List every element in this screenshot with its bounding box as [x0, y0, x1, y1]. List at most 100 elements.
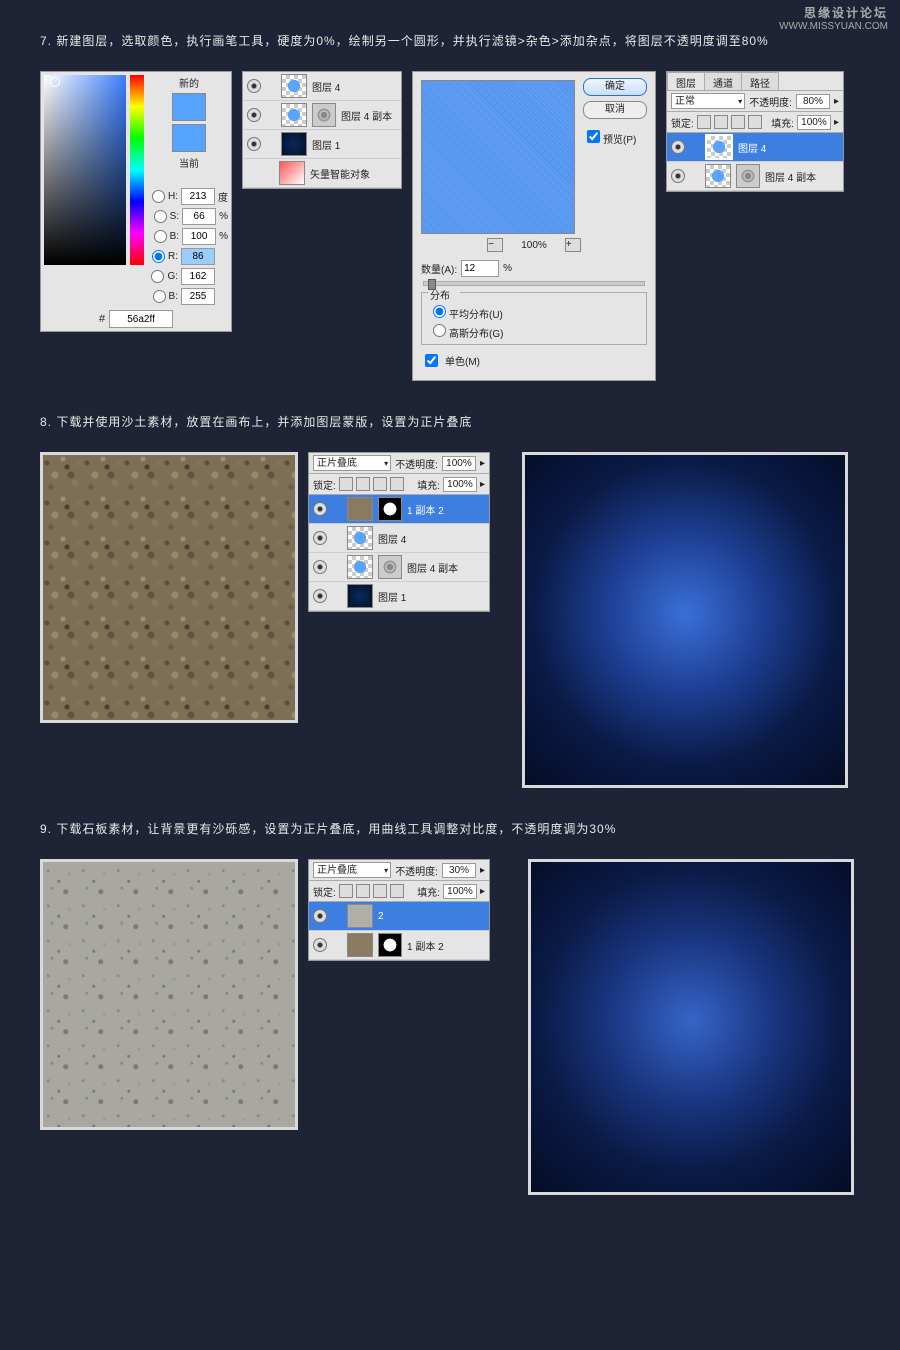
- h-radio[interactable]: [152, 190, 165, 203]
- eye-icon[interactable]: [247, 137, 261, 151]
- mono-check[interactable]: [425, 354, 438, 367]
- blend-select[interactable]: 正片叠底: [313, 455, 391, 471]
- h-input[interactable]: [181, 188, 215, 205]
- lock-icon[interactable]: [339, 477, 353, 491]
- eye-icon[interactable]: [313, 938, 327, 952]
- lock-pos-icon[interactable]: [731, 115, 745, 129]
- result-preview-8: [522, 452, 848, 788]
- mask-thumb: [312, 103, 336, 127]
- layer-row[interactable]: 1 副本 2: [309, 931, 489, 960]
- uniform-radio[interactable]: [433, 305, 446, 318]
- new-swatch: [172, 93, 206, 121]
- tab-layers[interactable]: 图层: [667, 72, 705, 90]
- lock-icon[interactable]: [390, 884, 404, 898]
- g-radio[interactable]: [151, 270, 164, 283]
- layer-row[interactable]: 图层 4 副本: [243, 101, 401, 130]
- mask-thumb: [736, 164, 760, 188]
- opacity-input[interactable]: 100%: [442, 456, 476, 471]
- lock-all-icon[interactable]: [748, 115, 762, 129]
- watermark-title: 思缘设计论坛: [779, 6, 888, 20]
- eye-icon[interactable]: [313, 589, 327, 603]
- layers-panel-8: 正片叠底不透明度:100%▸ 锁定:填充:100%▸ 1 副本 2 图层 4 图…: [308, 452, 490, 612]
- eye-icon[interactable]: [313, 531, 327, 545]
- mask-thumb: [378, 497, 402, 521]
- b-radio[interactable]: [154, 230, 167, 243]
- layer-row[interactable]: 矢量智能对象: [243, 159, 401, 188]
- lock-icon[interactable]: [339, 884, 353, 898]
- layer-thumb: [281, 74, 307, 98]
- tab-paths[interactable]: 路径: [741, 72, 779, 90]
- blend-select[interactable]: 正常: [671, 93, 745, 109]
- new-label: 新的: [179, 75, 199, 90]
- layer-row[interactable]: 图层 4: [667, 133, 843, 162]
- layer-thumb: [281, 103, 307, 127]
- noise-preview: [421, 80, 575, 234]
- result-preview-9: [528, 859, 854, 1195]
- step-9-text: 9. 下载石板素材，让背景更有沙砾感，设置为正片叠底，用曲线工具调整对比度，不透…: [40, 820, 860, 837]
- lock-pixels-icon[interactable]: [714, 115, 728, 129]
- zoom-in-button[interactable]: +: [565, 238, 581, 252]
- eye-icon[interactable]: [671, 140, 685, 154]
- layer-row[interactable]: 2: [309, 902, 489, 931]
- eye-icon[interactable]: [313, 502, 327, 516]
- fill-input[interactable]: 100%: [797, 115, 831, 130]
- layer-row[interactable]: 图层 4 副本: [667, 162, 843, 191]
- hue-slider[interactable]: [130, 75, 144, 265]
- layers-panel-7b: 图层通道路径 正常不透明度:80%▸ 锁定:填充:100%▸ 图层 4 图层 4…: [666, 71, 844, 192]
- s-radio[interactable]: [154, 210, 167, 223]
- tab-channels[interactable]: 通道: [704, 72, 742, 90]
- layer-row[interactable]: 图层 4 副本: [309, 553, 489, 582]
- gaussian-radio[interactable]: [433, 324, 446, 337]
- lock-icon[interactable]: [356, 884, 370, 898]
- fill-input[interactable]: 100%: [443, 884, 477, 899]
- ok-button[interactable]: 确定: [583, 78, 647, 96]
- eye-icon[interactable]: [247, 79, 261, 93]
- opacity-input[interactable]: 30%: [442, 863, 476, 878]
- eye-icon[interactable]: [313, 909, 327, 923]
- s-input[interactable]: [182, 208, 216, 225]
- blend-select[interactable]: 正片叠底: [313, 862, 391, 878]
- eye-icon[interactable]: [671, 169, 685, 183]
- layer-thumb: [281, 132, 307, 156]
- lock-icon[interactable]: [390, 477, 404, 491]
- layer-row[interactable]: 图层 4: [309, 524, 489, 553]
- eye-icon[interactable]: [247, 108, 261, 122]
- mask-thumb: [378, 555, 402, 579]
- layer-thumb: [347, 497, 373, 521]
- lock-icon[interactable]: [373, 884, 387, 898]
- layer-thumb: [347, 933, 373, 957]
- eye-icon[interactable]: [313, 560, 327, 574]
- lock-icon[interactable]: [356, 477, 370, 491]
- preview-check[interactable]: [587, 130, 600, 143]
- layer-row[interactable]: 图层 1: [243, 130, 401, 159]
- hex-input[interactable]: [109, 310, 173, 328]
- r-input[interactable]: [181, 248, 215, 265]
- step-8-text: 8. 下载并使用沙土素材，放置在画布上，并添加图层蒙版，设置为正片叠底: [40, 413, 860, 430]
- layer-row[interactable]: 图层 4: [243, 72, 401, 101]
- lock-icon[interactable]: [373, 477, 387, 491]
- bc-radio[interactable]: [153, 290, 166, 303]
- amount-slider[interactable]: [423, 281, 645, 286]
- layer-thumb: [347, 904, 373, 928]
- opacity-input[interactable]: 80%: [796, 94, 830, 109]
- cancel-button[interactable]: 取消: [583, 101, 647, 119]
- saturation-value-field[interactable]: [44, 75, 126, 265]
- current-swatch: [172, 124, 206, 152]
- layer-thumb: [347, 526, 373, 550]
- watermark-url: WWW.MISSYUAN.COM: [779, 20, 888, 34]
- fill-input[interactable]: 100%: [443, 477, 477, 492]
- layer-row[interactable]: 1 副本 2: [309, 495, 489, 524]
- current-label: 当前: [179, 155, 199, 170]
- layer-row[interactable]: 图层 1: [309, 582, 489, 611]
- layers-panel-9: 正片叠底不透明度:30%▸ 锁定:填充:100%▸ 2 1 副本 2: [308, 859, 490, 961]
- step-7-text: 7. 新建图层，选取颜色，执行画笔工具，硬度为0%，绘制另一个圆形，并执行滤镜>…: [40, 32, 860, 49]
- r-radio[interactable]: [152, 250, 165, 263]
- mask-thumb: [378, 933, 402, 957]
- amount-input[interactable]: [461, 260, 499, 277]
- b-input[interactable]: [182, 228, 216, 245]
- bc-input[interactable]: [181, 288, 215, 305]
- zoom-out-button[interactable]: −: [487, 238, 503, 252]
- g-input[interactable]: [181, 268, 215, 285]
- layer-thumb: [279, 161, 305, 185]
- lock-trans-icon[interactable]: [697, 115, 711, 129]
